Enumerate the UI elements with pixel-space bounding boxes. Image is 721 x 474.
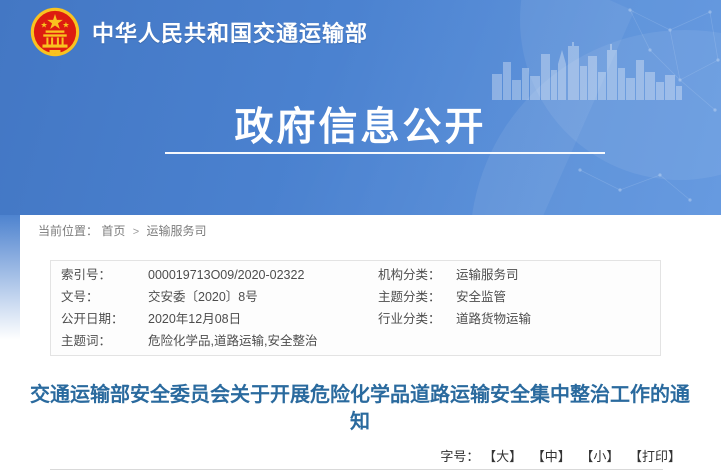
document-meta-table: 索引号： 000019713O09/2020-02322 机构分类： 运输服务司… — [50, 260, 661, 356]
meta-label: 索引号： — [61, 265, 148, 285]
font-size-medium-button[interactable]: 【中】 — [532, 449, 571, 464]
meta-row: 文号： 交安委〔2020〕8号 主题分类： 安全监管 — [51, 287, 660, 307]
meta-row: 公开日期： 2020年12月08日 行业分类： 道路货物运输 — [51, 309, 660, 329]
breadcrumb-label: 当前位置： — [38, 224, 98, 238]
print-button[interactable]: 【打印】 — [629, 449, 681, 464]
site-title: 中华人民共和国交通运输部 — [92, 16, 368, 48]
meta-value-publish-date: 2020年12月08日 — [148, 309, 378, 329]
content-panel: 当前位置： 首页 > 运输服务司 索引号： 000019713O09/2020-… — [20, 215, 701, 474]
meta-row: 索引号： 000019713O09/2020-02322 机构分类： 运输服务司 — [51, 265, 660, 285]
meta-label: 行业分类： — [378, 309, 456, 329]
blue-banner: 中华人民共和国交通运输部 政府信息公开 — [0, 0, 721, 215]
meta-row: 主题词： 危险化学品,道路运输,安全整治 — [51, 331, 660, 351]
font-size-large-button[interactable]: 【大】 — [483, 449, 522, 464]
font-size-label: 字号： — [440, 449, 479, 464]
meta-label: 主题词： — [61, 331, 148, 351]
meta-label: 公开日期： — [61, 309, 148, 329]
content-divider — [50, 469, 663, 470]
font-size-small-button[interactable]: 【小】 — [580, 449, 619, 464]
meta-value-keywords: 危险化学品,道路运输,安全整治 — [148, 331, 378, 351]
breadcrumb: 当前位置： 首页 > 运输服务司 — [38, 222, 207, 239]
meta-label: 机构分类： — [378, 265, 456, 285]
masthead: 中华人民共和国交通运输部 — [30, 7, 368, 57]
meta-label: 文号： — [61, 287, 148, 307]
article-title: 交通运输部安全委员会关于开展危险化学品道路运输安全集中整治工作的通知 — [27, 382, 693, 436]
national-emblem-icon — [30, 7, 80, 57]
breadcrumb-home-link[interactable]: 首页 — [101, 224, 125, 238]
left-gradient-strip — [0, 215, 20, 340]
meta-value-index-number: 000019713O09/2020-02322 — [148, 265, 378, 285]
meta-value-doc-number: 交安委〔2020〕8号 — [148, 287, 378, 307]
breadcrumb-current-link[interactable]: 运输服务司 — [147, 224, 207, 238]
meta-value-industry-category: 道路货物运输 — [456, 309, 660, 329]
meta-value-topic-category: 安全监管 — [456, 287, 660, 307]
page: 中华人民共和国交通运输部 政府信息公开 当前位置： 首页 > 运输服务司 索引号… — [0, 0, 721, 474]
meta-value-organization: 运输服务司 — [456, 265, 660, 285]
font-size-toolbar: 字号： 【大】 【中】 【小】 【打印】 — [440, 446, 681, 465]
banner-title: 政府信息公开 — [0, 96, 721, 152]
breadcrumb-separator: > — [133, 226, 139, 238]
banner-underline — [165, 152, 605, 154]
meta-label: 主题分类： — [378, 287, 456, 307]
